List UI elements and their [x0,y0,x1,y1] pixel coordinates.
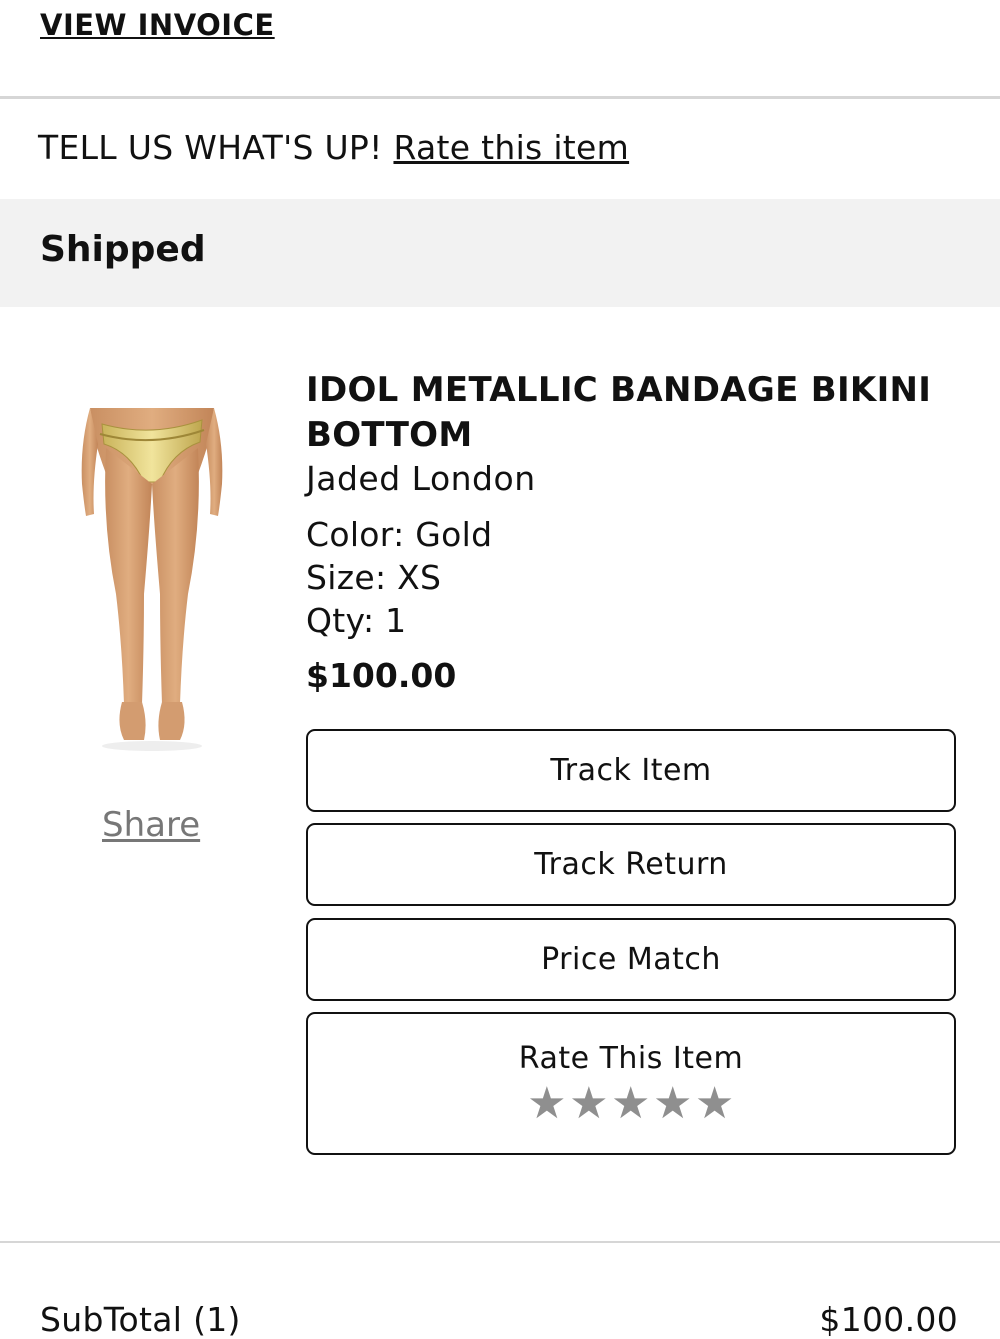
view-invoice-link[interactable]: VIEW INVOICE [40,8,275,42]
rate-item-label: Rate This Item [518,1041,744,1076]
share-link[interactable]: Share [102,805,200,845]
divider [0,96,1000,99]
feedback-prompt: TELL US WHAT'S UP! [38,128,383,167]
product-qty: Qty: 1 [306,601,407,640]
order-status: Shipped [40,229,206,270]
star-icon[interactable]: ★ [527,1082,567,1126]
subtotal-value: $100.00 [819,1300,958,1339]
star-icon[interactable]: ★ [653,1082,693,1126]
product-brand[interactable]: Jaded London [306,459,536,498]
product-color: Color: Gold [306,515,493,554]
product-photo-icon [81,408,223,751]
product-size: Size: XS [306,558,442,597]
star-rating[interactable]: ★ ★ ★ ★ ★ [527,1082,735,1126]
rate-item-link[interactable]: Rate this item [393,128,629,167]
star-icon[interactable]: ★ [695,1082,735,1126]
star-icon[interactable]: ★ [569,1082,609,1126]
price-match-button[interactable]: Price Match [306,918,956,1001]
track-return-button[interactable]: Track Return [306,823,956,906]
star-icon[interactable]: ★ [611,1082,651,1126]
track-item-button[interactable]: Track Item [306,729,956,812]
divider [0,1241,1000,1243]
product-name[interactable]: IDOL METALLIC BANDAGE BIKINI BOTTOM [306,368,946,458]
product-price: $100.00 [306,656,457,695]
feedback-row: TELL US WHAT'S UP! Rate this item [38,128,629,167]
product-image[interactable] [72,404,232,754]
subtotal-label: SubTotal (1) [40,1300,241,1339]
rate-item-box[interactable]: Rate This Item ★ ★ ★ ★ ★ [306,1012,956,1155]
